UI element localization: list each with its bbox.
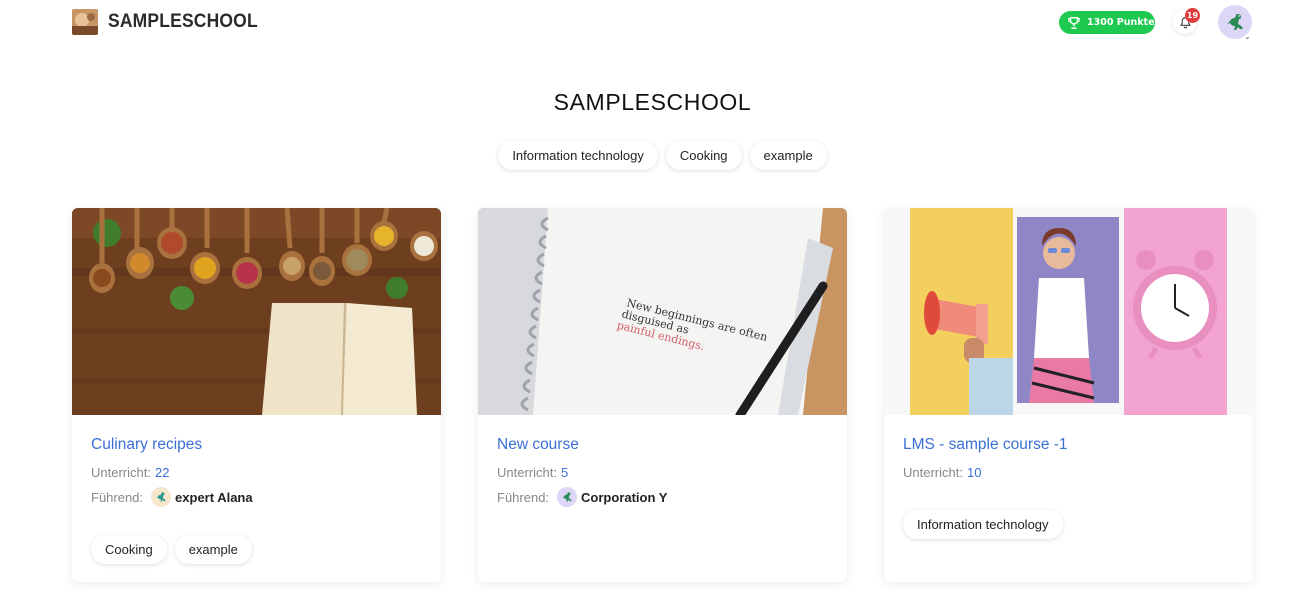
lead-avatar <box>151 487 172 507</box>
points-badge[interactable]: 1300 Punkte <box>1059 11 1155 34</box>
course-tags: Information technology <box>903 510 1063 539</box>
chevron-down-icon[interactable]: ⌄ <box>1244 32 1251 41</box>
course-lead: Führend: Corporation Y <box>497 487 667 507</box>
lessons-value: 22 <box>154 465 170 480</box>
filter-chip[interactable]: example <box>749 141 827 170</box>
course-lead: Führend: expert Alana <box>91 487 253 507</box>
course-title[interactable]: Culinary recipes <box>91 436 202 454</box>
dino-avatar-icon <box>1227 14 1243 30</box>
dino-avatar-icon <box>562 492 572 502</box>
tag-chip[interactable]: Cooking <box>91 535 167 564</box>
trophy-icon <box>1068 16 1080 29</box>
brand-name[interactable]: SAMPLESCHOOL <box>108 11 258 33</box>
notification-count-badge: 19 <box>1185 8 1200 23</box>
dino-avatar-icon <box>156 492 166 502</box>
tag-chip[interactable]: example <box>174 535 252 564</box>
lessons-count: Unterricht: 5 <box>497 465 568 480</box>
points-label: 1300 Punkte <box>1087 17 1155 28</box>
course-tags: Cooking example <box>91 535 252 564</box>
lead-name[interactable]: Corporation Y <box>581 490 667 505</box>
lessons-count: Unterricht: 10 <box>903 465 981 480</box>
course-image-collage[interactable] <box>884 208 1253 415</box>
top-bar: SAMPLESCHOOL 1300 Punkte 19 ⌄ <box>0 0 1305 46</box>
lessons-label: Unterricht: <box>903 465 963 480</box>
lead-label: Führend: <box>497 489 550 505</box>
filter-chip[interactable]: Cooking <box>665 141 742 170</box>
lead-label: Führend: <box>91 489 144 505</box>
school-logo[interactable] <box>72 9 98 35</box>
course-card[interactable]: Culinary recipes Unterricht: 22 Führend:… <box>72 208 441 582</box>
course-image-spices[interactable] <box>72 208 441 415</box>
tag-chip[interactable]: Information technology <box>903 510 1063 539</box>
category-filters: Information technology Cooking example <box>0 141 1305 170</box>
course-card[interactable]: LMS - sample course -1 Unterricht: 10 In… <box>884 208 1253 582</box>
lead-name[interactable]: expert Alana <box>175 490 253 505</box>
lead-avatar <box>557 487 578 507</box>
lessons-label: Unterricht: <box>91 465 151 480</box>
lessons-value: 10 <box>966 465 982 480</box>
lessons-label: Unterricht: <box>497 465 557 480</box>
course-card[interactable]: New beginnings are often disguised as pa… <box>478 208 847 582</box>
filter-chip[interactable]: Information technology <box>498 141 658 170</box>
course-title[interactable]: LMS - sample course -1 <box>903 436 1068 454</box>
lessons-count: Unterricht: 22 <box>91 465 169 480</box>
course-title[interactable]: New course <box>497 436 579 454</box>
lessons-value: 5 <box>560 465 569 480</box>
course-image-notebook[interactable]: New beginnings are often disguised as pa… <box>478 208 847 415</box>
page-title: SAMPLESCHOOL <box>553 89 752 115</box>
